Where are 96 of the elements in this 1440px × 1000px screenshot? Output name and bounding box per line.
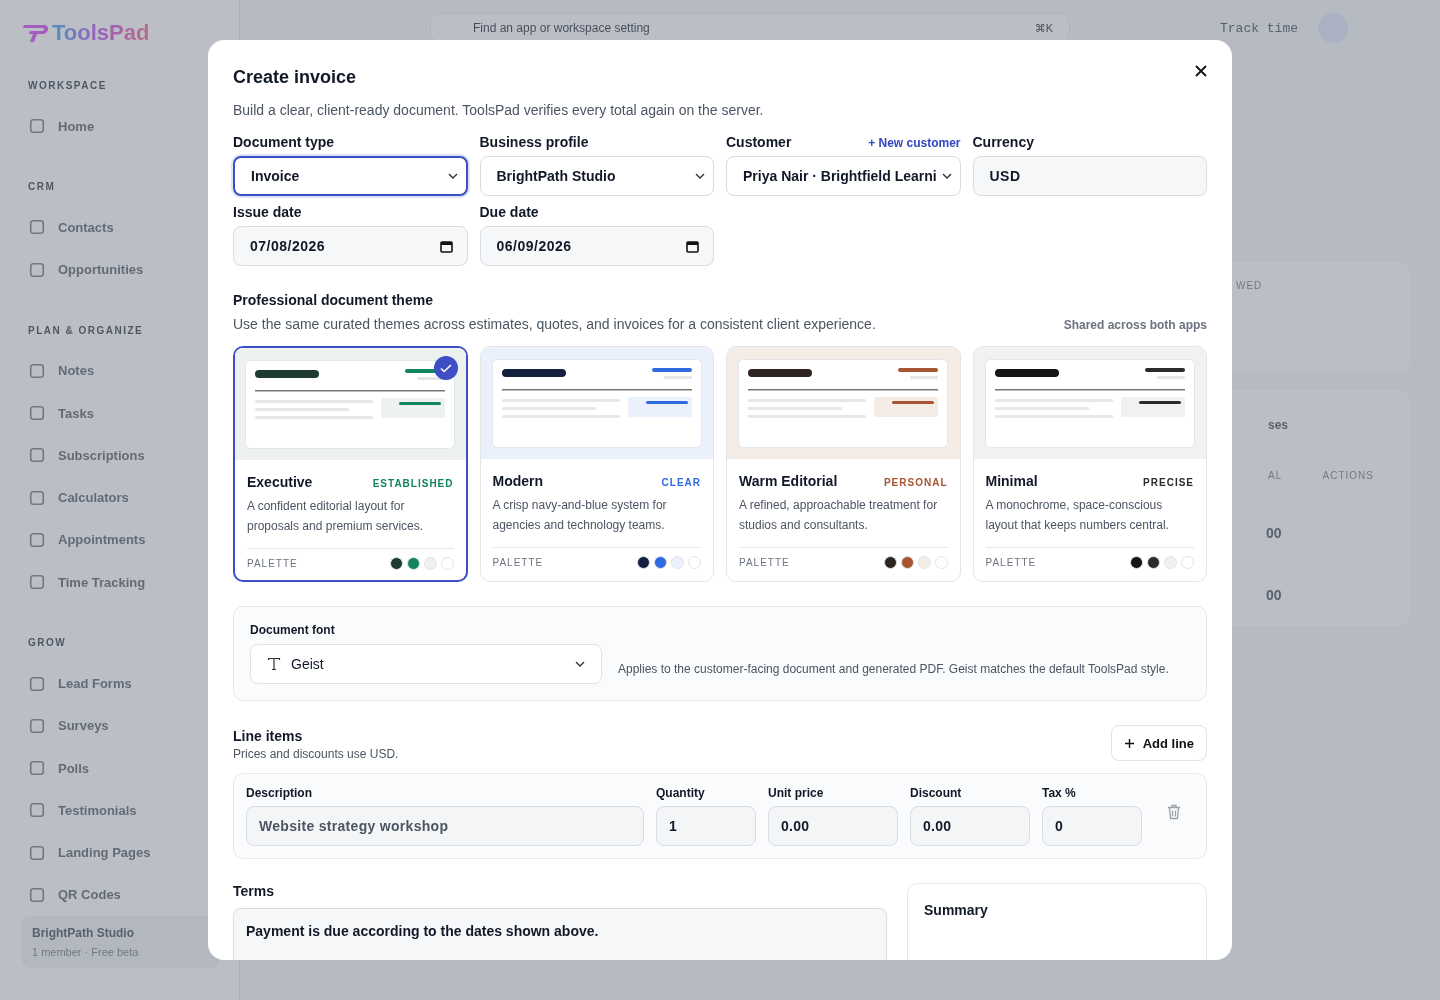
field-label: Due date [479,204,539,220]
input-field[interactable]: 0.00 [768,806,898,846]
input-field[interactable]: 0 [1042,806,1142,846]
column-label: Quantity [656,786,706,800]
square-icon [28,801,46,820]
font-note: Applies to the customer-facing document and generated PDF. Geist matches the default ToolsPad style. [618,662,1169,676]
chevron-down-icon [941,173,952,179]
section-description: Use the same curated themes across estimates, quotes, and invoices for a consistent client experience. [233,316,876,332]
section-heading: CRM [28,181,57,193]
theme-tag: PERSONAL [883,477,948,488]
dialog-subtitle: Build a clear, client-ready document. ToolsPad verifies every total again on the server. [233,102,765,118]
square-icon [28,260,46,279]
square-icon [28,404,46,423]
input-field[interactable]: 0.00 [910,806,1030,846]
section-note: Shared across both apps [1063,318,1207,332]
select-field[interactable]: BrightPath Studio [479,156,714,196]
column-label: Unit price [768,786,825,800]
square-icon [28,488,46,507]
square-icon [28,361,46,380]
field-label: Customer [726,134,792,150]
column-header: AL [1268,470,1283,483]
calendar-icon [439,239,453,253]
workspace-meta: 1 member · Free beta [32,946,140,958]
theme-card[interactable]: Modern CLEAR A crisp navy-and-blue system for agencies and technology teams. PALETTE [479,346,714,582]
chevron-down-icon [575,661,585,667]
section-title: Professional document theme [233,292,434,308]
plus-icon [1123,737,1135,749]
palette-label: PALETTE [492,557,544,568]
check-icon [433,356,458,380]
theme-tag: PRECISE [1143,477,1194,488]
field-label: Issue date [233,204,302,220]
summary-title: Summary [924,902,989,918]
theme-name: Executive [247,474,313,490]
date-field[interactable]: 06/09/2026 [479,226,714,266]
palette-label: PALETTE [247,558,298,569]
add-line-button[interactable]: Add line [1110,725,1207,761]
column-label: Discount [910,786,963,800]
new-customer-link[interactable]: + New customer [868,136,961,150]
theme-name: Modern [492,473,544,489]
field-label: Business profile [479,134,589,150]
workspace-name: BrightPath Studio [32,926,135,940]
section-title: Line items [233,728,304,744]
theme-card[interactable]: Warm Editorial PERSONAL A refined, approachable treatment for studios and consultants. PALETTE [726,346,961,582]
theme-name: Warm Editorial [739,473,838,489]
section-heading: WORKSPACE [28,80,108,91]
theme-description: A crisp navy-and-blue system for agencies and technology teams. [492,495,701,548]
theme-tag: ESTABLISHED [372,478,454,489]
square-icon [28,716,46,735]
square-icon [28,531,46,549]
theme-description: A monochrome, space-conscious layout that keeps numbers central. [985,495,1194,548]
card-label: WED [1236,280,1263,291]
theme-name: Minimal [985,473,1038,489]
field-label: Currency [972,134,1034,150]
dialog-title: Create invoice [233,67,357,88]
field-label: Document type [233,134,335,150]
palette-label: PALETTE [739,557,790,568]
section-heading: PLAN & ORGANIZE [28,324,145,336]
table-cell: 00 [1266,525,1282,541]
column-label: Tax % [1042,786,1077,800]
select-field[interactable]: Priya Nair · Brightfield Learni [726,156,961,196]
logo-icon [22,22,48,44]
close-icon[interactable] [1194,64,1208,78]
column-label: Description [246,786,313,800]
column-header: ACTIONS [1322,470,1374,483]
square-icon [28,446,46,465]
section-heading: GROW [28,637,68,649]
input-field[interactable]: Website strategy workshop [246,806,644,846]
theme-tag: CLEAR [661,477,701,488]
theme-description: A refined, approachable treatment for studios and consultants. [739,495,948,548]
square-icon [28,674,46,693]
square-icon [28,117,46,136]
search-field[interactable]: Find an app or workspace setting ⌘K [430,13,1070,43]
input-field[interactable]: 1 [656,806,756,846]
chevron-down-icon [447,173,458,179]
chevron-down-icon [695,173,705,179]
square-icon [28,843,46,862]
theme-card[interactable]: Minimal PRECISE A monochrome, space-conscious layout that keeps numbers central. PALETTE [972,346,1207,582]
trash-icon[interactable] [1167,804,1181,820]
calendar-icon [686,239,699,253]
square-icon [28,573,46,592]
section-description: Prices and discounts use USD. [233,747,399,761]
square-icon [28,885,46,904]
terms-field[interactable]: Payment is due according to the dates shown above. [233,908,887,960]
table-cell: 00 [1266,587,1282,603]
square-icon [28,759,46,778]
font-select[interactable]: Geist [250,644,602,684]
select-field[interactable]: Invoice [233,156,468,196]
theme-card[interactable]: Executive ESTABLISHED A confident editorial layout for proposals and premium services. PALETTE [233,346,468,582]
palette-label: PALETTE [985,557,1037,568]
theme-description: A confident editorial layout for proposals and premium services. [247,496,454,549]
text-icon [267,657,281,671]
square-icon [28,218,46,237]
date-field[interactable]: 07/08/2026 [233,226,468,266]
field-label: Document font [250,623,336,637]
field-label: Terms [233,883,275,899]
input-field[interactable]: USD [972,156,1207,196]
